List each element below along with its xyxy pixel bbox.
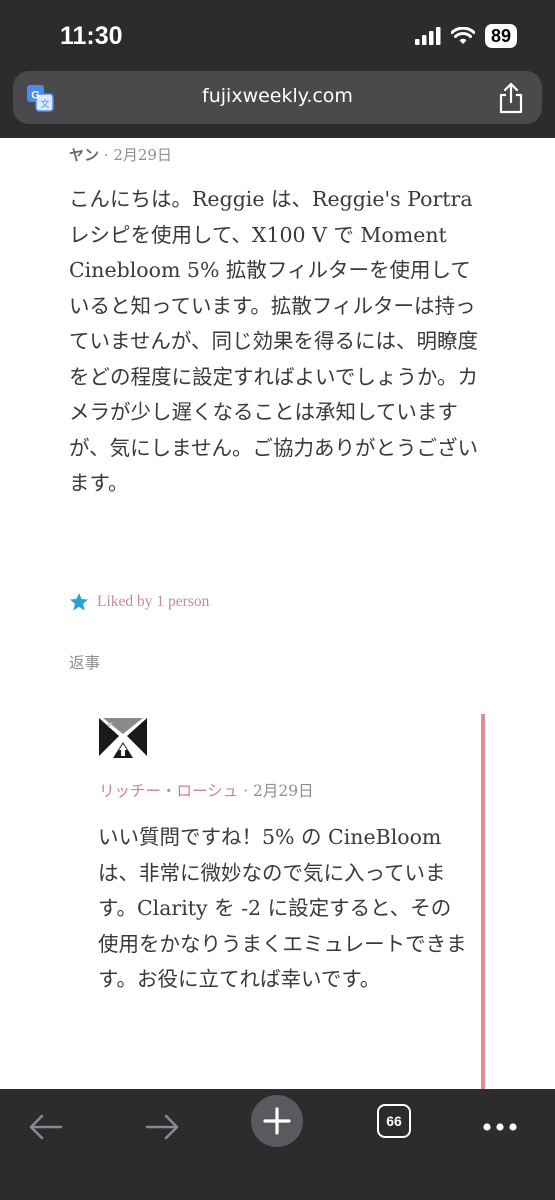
like-row[interactable]: Liked by 1 person	[69, 592, 209, 612]
more-icon[interactable]	[482, 1122, 518, 1132]
url-bar[interactable]: G 文 fujixweekly.com	[13, 71, 542, 124]
tabs-icon[interactable]: 66	[377, 1104, 411, 1138]
comment-author[interactable]: ヤン	[69, 146, 99, 164]
comment-body: こんにちは。Reggie は、Reggie's Portra レシピを使用して、…	[69, 187, 478, 495]
reply-author[interactable]: リッチー・ローシュ	[99, 782, 238, 800]
comment-date[interactable]: 2月29日	[113, 146, 172, 164]
forward-arrow-icon[interactable]	[144, 1113, 180, 1141]
more-button[interactable]	[478, 1105, 522, 1149]
star-icon[interactable]	[69, 592, 89, 612]
status-time: 11:30	[60, 22, 123, 50]
meta-separator: ·	[238, 782, 253, 800]
avatar[interactable]	[97, 716, 149, 760]
page-content: ヤン · 2月29日 こんにちは。Reggie は、Reggie's Portr…	[0, 138, 555, 1089]
new-tab-button[interactable]	[251, 1095, 303, 1147]
reply-date[interactable]: 2月29日	[253, 782, 314, 800]
browser-bottom-toolbar: 66	[0, 1089, 555, 1200]
reply-link[interactable]: 返事	[69, 651, 100, 673]
back-arrow-icon[interactable]	[28, 1113, 64, 1141]
wifi-icon	[450, 27, 475, 44]
url-text[interactable]: fujixweekly.com	[13, 85, 542, 107]
meta-separator: ·	[99, 146, 114, 164]
reply-thread-line	[481, 714, 485, 1089]
reply-meta: リッチー・ローシュ · 2月29日	[99, 779, 314, 801]
back-button[interactable]	[24, 1105, 68, 1149]
forward-button[interactable]	[140, 1105, 184, 1149]
browser-top-chrome: 11:30 89 G 文 fujixweekly.com	[0, 0, 555, 138]
reply-body: いい質問ですね！5% の CineBloom は、非常に微妙なので気に入っていま…	[98, 825, 467, 991]
comment-meta: ヤン · 2月29日	[69, 144, 172, 165]
status-icons: 89	[414, 24, 517, 48]
like-text[interactable]: Liked by 1 person	[97, 593, 209, 611]
battery-icon: 89	[484, 24, 517, 48]
share-icon[interactable]	[496, 81, 526, 115]
new-tab-plus-icon[interactable]	[263, 1107, 291, 1135]
cellular-signal-icon	[414, 27, 441, 45]
